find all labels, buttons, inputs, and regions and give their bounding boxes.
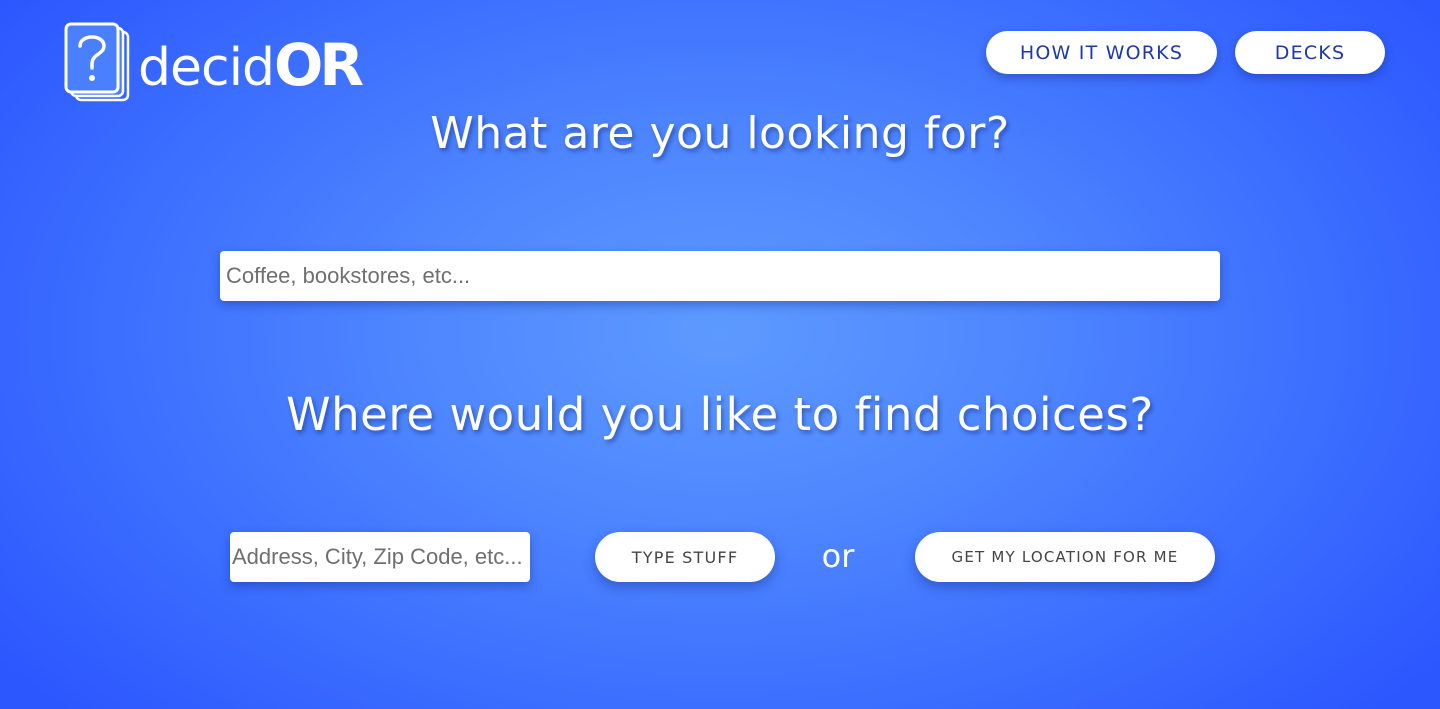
location-input[interactable] xyxy=(230,532,530,582)
location-heading: Where would you like to find choices? xyxy=(286,388,1154,441)
search-input[interactable] xyxy=(220,251,1220,301)
logo-wordmark-upper: OR xyxy=(274,31,364,99)
how-it-works-button[interactable]: HOW IT WORKS xyxy=(986,31,1217,74)
question-cards-icon xyxy=(64,22,130,102)
decks-button[interactable]: DECKS xyxy=(1235,31,1385,74)
or-separator: or xyxy=(821,537,855,575)
type-stuff-button[interactable]: TYPE STUFF xyxy=(595,532,775,582)
get-my-location-button[interactable]: GET MY LOCATION FOR ME xyxy=(915,532,1215,582)
logo-wordmark: decidOR xyxy=(138,36,364,94)
logo-wordmark-lower: decid xyxy=(138,38,275,98)
search-heading: What are you looking for? xyxy=(430,108,1010,159)
brand-logo[interactable]: decidOR xyxy=(64,22,364,104)
